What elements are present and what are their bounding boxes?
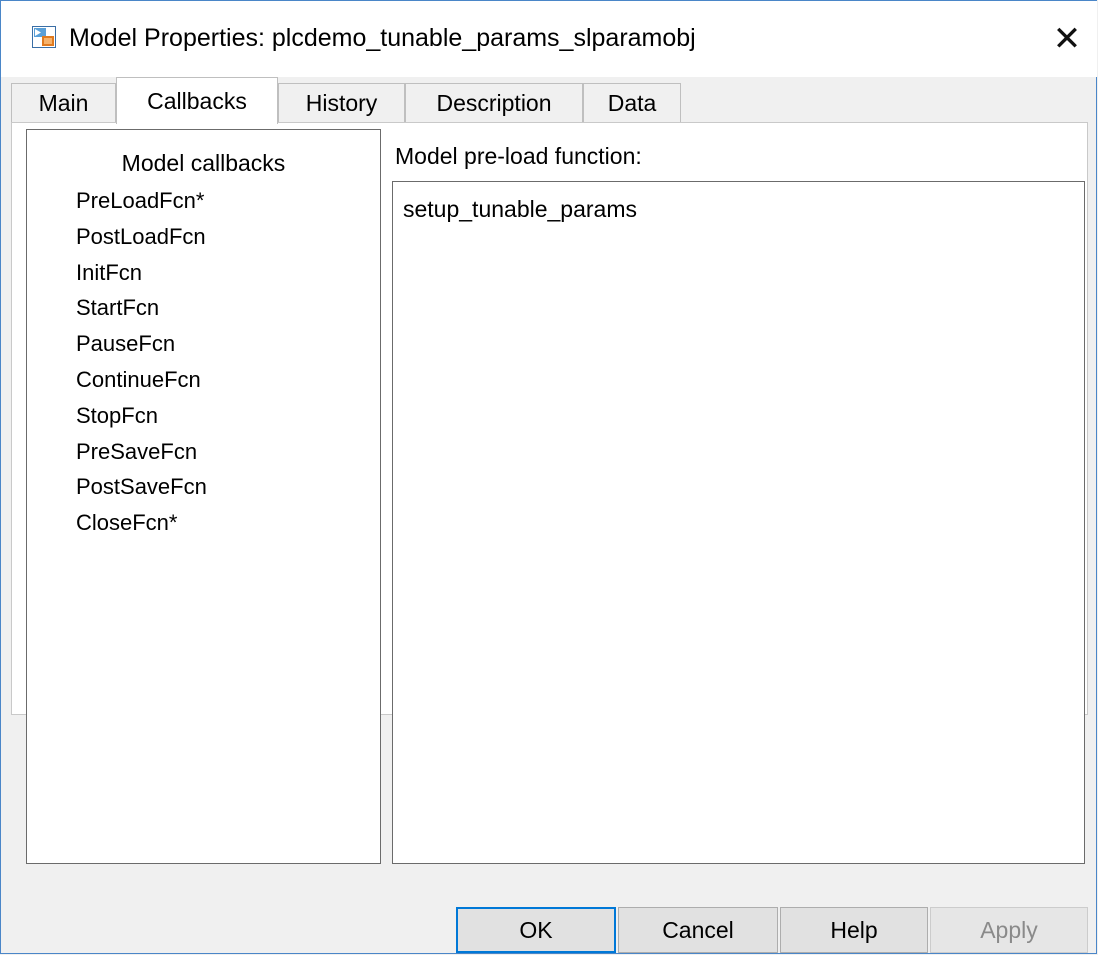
apply-button[interactable]: Apply (930, 907, 1088, 953)
tab-callbacks[interactable]: Callbacks (116, 77, 278, 124)
callback-item-closefcn[interactable]: CloseFcn* (76, 508, 207, 544)
cancel-button[interactable]: Cancel (618, 907, 778, 953)
callback-list[interactable]: Model callbacks PreLoadFcn* PostLoadFcn … (26, 129, 381, 864)
callback-item-postsavefcn[interactable]: PostSaveFcn (76, 472, 207, 508)
function-editor[interactable]: setup_tunable_params (392, 181, 1085, 864)
model-properties-dialog: Model Properties: plcdemo_tunable_params… (0, 0, 1097, 954)
callback-items: PreLoadFcn* PostLoadFcn InitFcn StartFcn… (76, 186, 207, 544)
window-title: Model Properties: plcdemo_tunable_params… (69, 24, 696, 52)
tab-bar: Main Callbacks History Description Data (1, 77, 1097, 124)
tab-data[interactable]: Data (583, 83, 681, 123)
help-button[interactable]: Help (780, 907, 928, 953)
function-editor-text: setup_tunable_params (403, 196, 637, 222)
ok-button[interactable]: OK (456, 907, 616, 953)
callback-item-stopfcn[interactable]: StopFcn (76, 401, 207, 437)
close-button[interactable]: ✕ (1037, 1, 1097, 77)
tab-main[interactable]: Main (11, 83, 116, 123)
callback-item-preloadfcn[interactable]: PreLoadFcn* (76, 186, 207, 222)
function-editor-label: Model pre-load function: (395, 143, 642, 169)
tab-history[interactable]: History (278, 83, 405, 123)
callback-item-continuefcn[interactable]: ContinueFcn (76, 365, 207, 401)
tab-description[interactable]: Description (405, 83, 583, 123)
callback-item-presavefcn[interactable]: PreSaveFcn (76, 437, 207, 473)
callback-item-pausefcn[interactable]: PauseFcn (76, 329, 207, 365)
title-bar: Model Properties: plcdemo_tunable_params… (1, 1, 1097, 77)
callback-list-header: Model callbacks (121, 150, 286, 176)
callback-item-startfcn[interactable]: StartFcn (76, 293, 207, 329)
callback-item-postloadfcn[interactable]: PostLoadFcn (76, 222, 207, 258)
simulink-model-icon (32, 26, 56, 48)
tab-panel-callbacks: Model callbacks PreLoadFcn* PostLoadFcn … (11, 122, 1088, 864)
callback-item-initfcn[interactable]: InitFcn (76, 258, 207, 294)
close-icon: ✕ (1052, 20, 1082, 58)
